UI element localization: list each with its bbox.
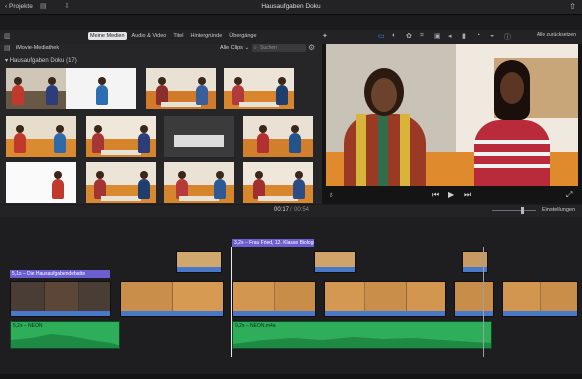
noise-reduction-icon[interactable]: ▮ <box>462 32 466 40</box>
event-count: (17) <box>66 58 77 64</box>
bottom-edge <box>0 374 582 379</box>
time-separator: / <box>290 207 292 213</box>
event-header[interactable]: ▾ Hausaufgaben Doku (17) <box>5 57 77 64</box>
fullscreen-icon[interactable]: ⤢ <box>566 190 572 200</box>
title-bar: ‹ Projekte ▤ ⇩ Hausaufgaben Doku ⇧ <box>0 0 582 14</box>
current-time: 00:17 <box>274 207 290 213</box>
spacer-bar <box>0 15 582 30</box>
media-thumbnail[interactable] <box>66 68 136 109</box>
microphone-icon[interactable]: ♁ <box>328 190 334 199</box>
connected-clip[interactable] <box>176 251 222 273</box>
media-thumbnail[interactable] <box>243 162 313 203</box>
audio-clip[interactable]: 9,2s – NEON.m4a <box>232 321 492 349</box>
media-thumbnail[interactable] <box>86 162 156 203</box>
title-clip[interactable]: 3,2s – Frau Fried, 12. Klasse Biologie <box>232 239 314 247</box>
tab-titles[interactable]: Titel <box>171 32 185 40</box>
audio-waveform <box>233 337 491 348</box>
media-thumbnail[interactable] <box>146 68 216 109</box>
preview-frame[interactable] <box>326 44 578 186</box>
zoom-slider[interactable] <box>492 210 536 211</box>
search-icon: ⌕ <box>254 45 257 51</box>
tab-transitions[interactable]: Übergänge <box>227 32 258 40</box>
media-browser: ▤ iMovie-Mediathek Alle Clips ⌄ ⌕ Suchen… <box>0 43 322 204</box>
play-icon[interactable]: ▶ <box>448 190 454 199</box>
zoom-slider-handle[interactable] <box>521 207 524 214</box>
tab-my-media[interactable]: Meine Medien <box>88 32 127 40</box>
crop-icon[interactable]: ⌗ <box>420 32 424 40</box>
library-label: iMovie-Mediathek <box>16 45 60 51</box>
overlay-icon[interactable]: ◒ <box>490 32 494 39</box>
toolbar: ▥ Meine Medien Audio & Video Titel Hinte… <box>0 30 582 44</box>
tab-backgrounds[interactable]: Hintergründe <box>189 32 225 40</box>
media-thumbnail[interactable] <box>164 162 234 203</box>
crop-mode-icon[interactable]: ▭ <box>378 32 385 40</box>
media-thumbnail[interactable] <box>6 162 76 203</box>
video-clip[interactable] <box>10 281 111 317</box>
browser-header: ▤ iMovie-Mediathek Alle Clips ⌄ ⌕ Suchen… <box>0 43 322 54</box>
color-balance-icon[interactable]: ◐ <box>392 32 396 39</box>
event-label: Hausaufgaben Doku <box>9 58 65 64</box>
media-thumbnail[interactable] <box>224 68 294 109</box>
title-clip[interactable]: 5,1s – Die Hausaufgabendebatte <box>10 270 110 278</box>
wand-icon[interactable]: ✦ <box>322 32 328 40</box>
audio-waveform <box>11 334 119 348</box>
skip-forward-icon[interactable]: ⏭ <box>464 190 471 200</box>
timeline: 5,1s – Die Hausaufgabendebatte 3,2s – Fr… <box>0 217 582 379</box>
info-icon[interactable]: ⓘ <box>504 32 511 42</box>
skimmer-line <box>483 247 484 357</box>
media-tabs: Meine Medien Audio & Video Titel Hinterg… <box>88 32 259 40</box>
total-duration: 00:54 <box>294 207 310 213</box>
color-correction-icon[interactable]: ✿ <box>406 32 412 40</box>
media-thumbnail[interactable] <box>86 116 156 157</box>
connected-clip[interactable] <box>462 251 488 273</box>
stabilization-icon[interactable]: ▣ <box>434 32 441 40</box>
volume-icon[interactable]: ◂ <box>448 32 452 40</box>
share-icon[interactable]: ⇧ <box>569 2 576 11</box>
library-list-icon[interactable]: ▤ <box>4 44 11 52</box>
connected-clip[interactable] <box>314 251 356 273</box>
tab-audio-video[interactable]: Audio & Video <box>130 32 169 40</box>
timeline-settings-button[interactable]: Einstellungen <box>542 207 575 213</box>
project-title: Hausaufgaben Doku <box>261 3 321 10</box>
media-thumbnail[interactable] <box>164 116 234 157</box>
playhead[interactable] <box>231 247 232 357</box>
viewer: ♁ ⏮ ▶ ⏭ ⤢ <box>322 44 582 204</box>
video-clip[interactable] <box>120 281 224 317</box>
search-input[interactable]: ⌕ Suchen <box>252 44 306 52</box>
video-clip[interactable] <box>324 281 446 317</box>
clip-filter-select[interactable]: Alle Clips ⌄ <box>220 45 249 51</box>
clip-filter-label: Alle Clips <box>220 45 243 51</box>
time-bar: 00:17 / 00:54 Einstellungen <box>0 205 582 217</box>
viewer-controls: ♁ ⏮ ▶ ⏭ ⤢ <box>322 187 582 203</box>
skip-back-icon[interactable]: ⏮ <box>432 190 439 200</box>
video-clip[interactable] <box>502 281 578 317</box>
sidebar-toggle-icon[interactable]: ▥ <box>4 32 11 40</box>
search-placeholder: Suchen <box>260 45 277 51</box>
gear-icon[interactable]: ⚙ <box>308 43 315 52</box>
speed-icon[interactable]: ◔ <box>476 32 480 39</box>
video-clip[interactable] <box>454 281 494 317</box>
reset-all-button[interactable]: Alle zurücksetzen <box>537 32 576 38</box>
video-clip[interactable] <box>232 281 316 317</box>
media-thumbnail[interactable] <box>243 116 313 157</box>
audio-clip[interactable]: 5,2s – NEON <box>10 321 120 349</box>
media-thumbnail[interactable] <box>6 116 76 157</box>
